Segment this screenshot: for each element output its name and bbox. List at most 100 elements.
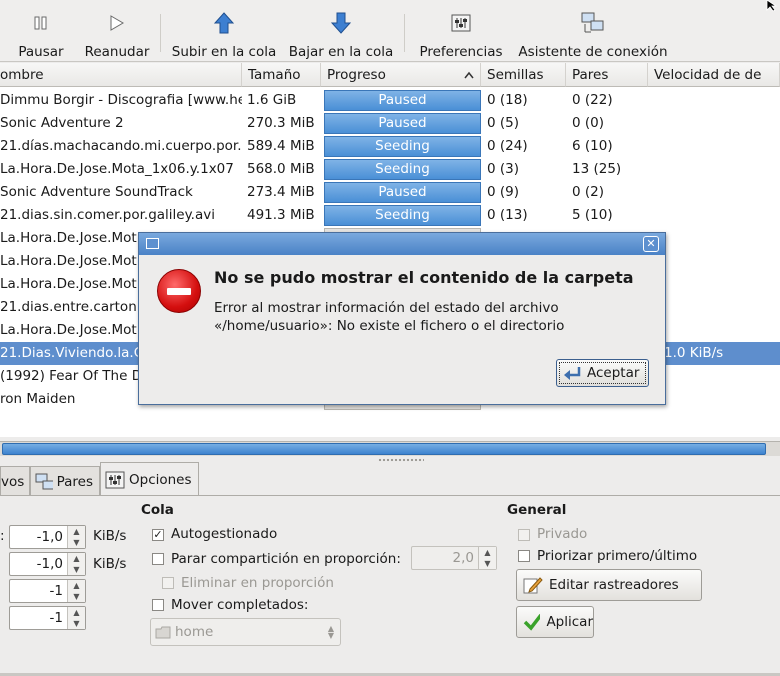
tab-options-label: Opciones: [129, 471, 192, 488]
column-header-size[interactable]: Tamaño: [242, 63, 321, 87]
torrent-size: 589.4 MiB: [247, 138, 315, 154]
queue-down-button[interactable]: Bajar en la cola: [287, 10, 395, 60]
max-upload-slots-spin[interactable]: -1 ▲ ▼: [9, 606, 86, 630]
stop-ratio-spin[interactable]: 2,0 ▲ ▼: [411, 546, 497, 570]
progress-bar: Seeding: [324, 136, 481, 157]
sort-ascending-icon: [464, 71, 474, 79]
preferences-icon: [451, 14, 471, 32]
checkmark-icon: [523, 613, 541, 631]
column-header-name[interactable]: ombre: [0, 63, 242, 87]
general-section-title: General: [507, 502, 567, 518]
accept-button[interactable]: Aceptar: [556, 359, 649, 387]
colon-text: :: [0, 528, 5, 544]
table-row[interactable]: Sonic Adventure SoundTrack 273.4 MiB Pause…: [0, 181, 780, 204]
toolbar: Pausar Reanudar Subir en la cola Bajar e…: [0, 0, 780, 62]
torrent-peers: 6 (10): [572, 138, 613, 154]
torrent-name: Sonic Adventure SoundTrack: [0, 184, 193, 200]
torrent-speed: 1.0 KiB/s: [664, 345, 724, 361]
tab-peers-label: Pares: [56, 473, 93, 490]
column-header-peers[interactable]: Pares: [566, 63, 648, 87]
private-checkbox[interactable]: [518, 529, 530, 541]
apply-label: Aplicar: [546, 614, 593, 630]
connection-wizard-button[interactable]: Asistente de conexión: [514, 10, 672, 60]
spin-value: -1: [49, 583, 63, 599]
spin-arrows-icon[interactable]: ▲ ▼: [67, 607, 85, 629]
toolbar-separator: [160, 14, 161, 52]
accept-label: Aceptar: [587, 365, 640, 381]
torrent-size: 270.3 MiB: [247, 115, 315, 131]
preferences-button[interactable]: Preferencias: [415, 10, 507, 60]
spin-value: 2,0: [452, 550, 474, 566]
queue-up-button[interactable]: Subir en la cola: [170, 10, 278, 60]
table-row[interactable]: Sonic Adventure 2 270.3 MiB Paused 0 (5) 0 (…: [0, 112, 780, 135]
table-row[interactable]: 21.dias.sin.comer.por.galiley.avi 491.3 M…: [0, 204, 780, 227]
table-row[interactable]: Dimmu Borgir - Discografia [www.he 1.6 Gi…: [0, 89, 780, 112]
queue-down-label: Bajar en la cola: [288, 44, 394, 60]
scrollbar-thumb[interactable]: [2, 443, 766, 455]
torrent-peers: 5 (10): [572, 207, 613, 223]
torrent-peers: 0 (0): [572, 115, 605, 131]
torrent-seeds: 0 (3): [487, 161, 520, 177]
tab-peers[interactable]: Pares: [30, 466, 100, 496]
arrow-down-icon: [331, 12, 351, 34]
pause-button[interactable]: Pausar: [14, 10, 68, 60]
spin-arrows-icon[interactable]: ▲ ▼: [67, 553, 85, 575]
torrent-seeds: 0 (9): [487, 184, 520, 200]
torrent-peers: 0 (22): [572, 92, 613, 108]
move-completed-checkbox[interactable]: [152, 599, 164, 611]
remove-at-ratio-checkbox[interactable]: [162, 577, 174, 589]
table-row[interactable]: 21.días.machacando.mi.cuerpo.por. 589.4 M…: [0, 135, 780, 158]
torrent-peers: 13 (25): [572, 161, 622, 177]
move-completed-folder-combo[interactable]: home ▲ ▼: [150, 618, 341, 646]
torrent-seeds: 0 (13): [487, 207, 528, 223]
dialog-titlebar[interactable]: ✕: [139, 233, 665, 255]
max-connections-spin[interactable]: -1 ▲ ▼: [9, 579, 86, 603]
torrent-name: Sonic Adventure 2: [0, 115, 124, 131]
spin-arrows-icon[interactable]: ▲ ▼: [67, 526, 85, 548]
tab-files[interactable]: vos: [0, 466, 30, 496]
resume-label: Reanudar: [84, 44, 150, 60]
spin-value: -1: [49, 610, 63, 626]
tab-options[interactable]: Opciones: [100, 462, 199, 496]
resume-button[interactable]: Reanudar: [84, 10, 150, 60]
queue-section-title: Cola: [141, 502, 174, 518]
options-icon: [105, 471, 125, 488]
preferences-label: Preferencias: [419, 44, 503, 60]
auto-managed-checkbox[interactable]: ✓: [152, 529, 164, 541]
torrent-name: Dimmu Borgir - Discografia [www.he: [0, 92, 242, 108]
remove-at-ratio-label: Eliminar en proporción: [181, 575, 334, 591]
max-download-speed-spin[interactable]: -1,0 ▲ ▼: [9, 525, 86, 549]
close-icon[interactable]: ✕: [643, 236, 659, 252]
peers-icon: [35, 473, 53, 489]
edit-trackers-button[interactable]: Editar rastreadores: [516, 569, 702, 601]
spin-arrows-icon[interactable]: ▲ ▼: [478, 547, 496, 569]
torrent-seeds: 0 (24): [487, 138, 528, 154]
spin-value: -1,0: [36, 556, 63, 572]
arrow-up-icon: [214, 12, 234, 34]
pause-icon: [34, 16, 47, 30]
play-icon: [110, 15, 124, 31]
table-row[interactable]: La.Hora.De.Jose.Mota_1x06.y.1x07 568.0 Mi…: [0, 158, 780, 181]
stop-ratio-label: Parar compartición en proporción:: [171, 551, 401, 567]
prioritize-first-last-checkbox[interactable]: [518, 550, 530, 562]
stop-ratio-checkbox[interactable]: [152, 553, 164, 565]
column-header-seeds[interactable]: Semillas: [481, 63, 566, 87]
move-completed-path: home: [175, 624, 214, 640]
enter-icon: [564, 367, 581, 380]
window-menu-icon[interactable]: [146, 238, 159, 249]
pane-resize-grip[interactable]: [378, 458, 424, 462]
progress-bar: Paused: [324, 182, 481, 203]
apply-button[interactable]: Aplicar: [516, 606, 594, 638]
column-header-progress-label: Progreso: [327, 67, 386, 83]
spin-value: -1,0: [36, 529, 63, 545]
max-upload-speed-spin[interactable]: -1,0 ▲ ▼: [9, 552, 86, 576]
column-header-progress[interactable]: Progreso: [321, 63, 481, 87]
progress-bar: Seeding: [324, 205, 481, 226]
torrent-size: 273.4 MiB: [247, 184, 315, 200]
pause-label: Pausar: [18, 44, 64, 60]
dialog-heading: No se pudo mostrar el contenido de la ca…: [214, 268, 634, 287]
dialog-message: Error al mostrar información del estado …: [214, 300, 565, 334]
torrent-size: 568.0 MiB: [247, 161, 315, 177]
column-header-speed[interactable]: Velocidad de de: [648, 63, 780, 87]
spin-arrows-icon[interactable]: ▲ ▼: [67, 580, 85, 602]
